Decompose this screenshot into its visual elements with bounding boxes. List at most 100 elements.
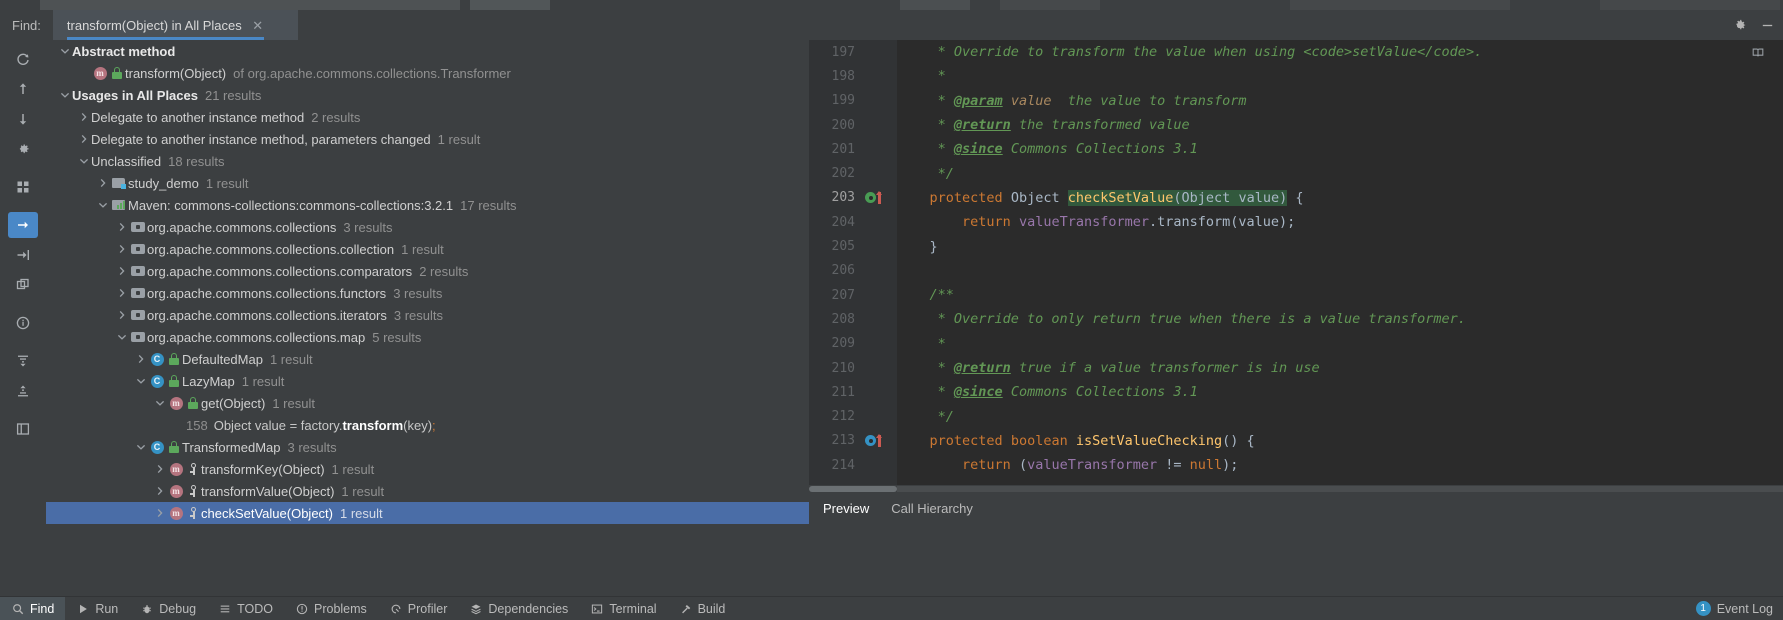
overriding-method-icon[interactable] <box>865 192 876 204</box>
line-number: 201 <box>831 141 855 157</box>
open-in-find-window-icon[interactable] <box>8 212 38 238</box>
tree-row-method-transformvalue[interactable]: m transformValue(Object) 1 result <box>46 480 809 502</box>
statusbar-item-debug[interactable]: Debug <box>129 597 207 620</box>
expand-arrow-icon[interactable] <box>77 106 91 128</box>
tab-strip-segment <box>1600 0 1780 10</box>
tree-row-label: Maven: commons-collections:commons-colle… <box>128 197 454 213</box>
expand-arrow-icon[interactable] <box>77 150 91 172</box>
tree-row-method-checksetvalue[interactable]: m checkSetValue(Object) 1 result <box>46 502 809 524</box>
expand-arrow-icon[interactable] <box>77 128 91 150</box>
tree-row-transform-object-transformer[interactable]: m transform(Object) of org.apache.commons.… <box>46 62 809 84</box>
tree-row-usages-in-all-places[interactable]: Usages in All Places 21 results <box>46 84 809 106</box>
expand-all-icon[interactable] <box>8 348 38 374</box>
statusbar-item-terminal[interactable]: Terminal <box>579 597 667 620</box>
tree-row-method-get-object[interactable]: m get(Object) 1 result <box>46 392 809 414</box>
tree-row-pkg-collections[interactable]: org.apache.commons.collections 3 results <box>46 216 809 238</box>
code-text: * <box>897 68 946 85</box>
warning-icon <box>295 603 309 615</box>
next-occurrence-icon[interactable] <box>8 106 38 132</box>
tree-row-delegate-params-changed[interactable]: Delegate to another instance method, par… <box>46 128 809 150</box>
group-by-module-icon[interactable] <box>8 174 38 200</box>
show-usage-info-icon[interactable] <box>8 310 38 336</box>
expand-arrow-icon[interactable] <box>96 194 110 216</box>
rerun-icon[interactable] <box>8 46 38 72</box>
tree-row-count: 1 result <box>205 175 249 191</box>
editor-error-stripe[interactable] <box>1769 40 1783 485</box>
export-to-text-file-icon[interactable] <box>8 242 38 268</box>
statusbar-item-problems[interactable]: Problems <box>284 597 378 620</box>
code-text: * @param value the value to transform <box>897 92 1247 109</box>
previous-occurrence-icon[interactable] <box>8 76 38 102</box>
preview-usages-icon[interactable] <box>8 416 38 442</box>
minimize-icon[interactable] <box>1759 17 1775 33</box>
find-tab[interactable]: transform(Object) in All Places ✕ <box>52 10 298 40</box>
expand-arrow-icon[interactable] <box>115 216 129 238</box>
find-bar: Find: transform(Object) in All Places ✕ <box>0 10 1783 40</box>
usages-tree[interactable]: Abstract method m transform(Object) of org.… <box>46 40 809 524</box>
expand-arrow-icon[interactable] <box>134 370 148 392</box>
statusbar-item-todo[interactable]: TODO <box>207 597 284 620</box>
statusbar-item-dependencies[interactable]: Dependencies <box>458 597 579 620</box>
tree-row-pkg-map[interactable]: org.apache.commons.collections.map 5 resu… <box>46 326 809 348</box>
expand-arrow-icon[interactable] <box>115 260 129 282</box>
event-log-label[interactable]: Event Log <box>1717 602 1773 616</box>
reader-mode-icon[interactable] <box>1751 46 1765 64</box>
preview-tab-call-hierarchy[interactable]: Call Hierarchy <box>891 493 973 524</box>
tree-row-pkg-comparators[interactable]: org.apache.commons.collections.comparato… <box>46 260 809 282</box>
merge-duplicates-icon[interactable] <box>8 272 38 298</box>
method-icon: m <box>167 484 185 498</box>
tree-row-label: Abstract method <box>72 43 176 59</box>
tab-strip-segment <box>1000 0 1100 10</box>
expand-arrow-icon[interactable] <box>115 326 129 348</box>
tree-row-unclassified[interactable]: Unclassified 18 results <box>46 150 809 172</box>
statusbar-item-build[interactable]: Build <box>668 597 737 620</box>
tree-row-usage-line-158[interactable]: 158 Object value = factory.transform(key)… <box>46 414 809 436</box>
line-number: 199 <box>831 93 855 109</box>
tree-row-label: org.apache.commons.collections.functors <box>147 285 387 301</box>
expand-arrow-icon[interactable] <box>115 282 129 304</box>
editor-line-197: 197 * Override to transform the value wh… <box>809 40 1783 64</box>
expand-arrow-icon[interactable] <box>153 392 167 414</box>
tree-row-pkg-collection[interactable]: org.apache.commons.collections.collectio… <box>46 238 809 260</box>
expand-arrow-icon[interactable] <box>58 40 72 62</box>
tree-row-maven-commons-collections[interactable]: Maven: commons-collections:commons-colle… <box>46 194 809 216</box>
tree-row-pkg-functors[interactable]: org.apache.commons.collections.functors 3… <box>46 282 809 304</box>
tree-row-class-defaultedmap[interactable]: C DefaultedMap 1 result <box>46 348 809 370</box>
method-icon: m <box>167 506 185 520</box>
expand-arrow-icon[interactable] <box>115 304 129 326</box>
tree-row-class-lazymap[interactable]: C LazyMap 1 result <box>46 370 809 392</box>
expand-arrow-icon[interactable] <box>134 348 148 370</box>
tree-row-label: transformValue(Object) <box>201 483 335 499</box>
expand-arrow-icon[interactable] <box>134 436 148 458</box>
expand-arrow-icon[interactable] <box>153 458 167 480</box>
editor-horizontal-scrollbar[interactable] <box>809 485 1783 493</box>
statusbar-item-profiler[interactable]: Profiler <box>378 597 459 620</box>
tree-row-abstract-method[interactable]: Abstract method <box>46 40 809 62</box>
tree-row-label: TransformedMap <box>182 439 281 455</box>
expand-arrow-icon[interactable] <box>58 84 72 106</box>
code-preview-editor[interactable]: 197 * Override to transform the value wh… <box>809 40 1783 485</box>
statusbar-item-find[interactable]: Find <box>0 596 66 620</box>
settings-icon[interactable] <box>8 136 38 162</box>
event-log-area[interactable]: 1 Event Log <box>1695 601 1783 616</box>
usage-line-number: 158 <box>186 417 208 433</box>
tree-row-delegate-instance-method[interactable]: Delegate to another instance method 2 res… <box>46 106 809 128</box>
expand-arrow-icon[interactable] <box>153 480 167 502</box>
expand-arrow-icon[interactable] <box>115 238 129 260</box>
tree-row-method-transformkey[interactable]: m transformKey(Object) 1 result <box>46 458 809 480</box>
statusbar-item-run[interactable]: Run <box>65 597 129 620</box>
tree-row-pkg-iterators[interactable]: org.apache.commons.collections.iterators… <box>46 304 809 326</box>
tree-row-class-transformedmap[interactable]: C TransformedMap 3 results <box>46 436 809 458</box>
gear-icon[interactable] <box>1731 17 1747 33</box>
code-text: * @since Commons Collections 3.1 <box>897 384 1198 401</box>
tree-row-study-demo[interactable]: study_demo 1 result <box>46 172 809 194</box>
implementing-method-icon[interactable] <box>865 435 876 447</box>
scrollbar-track[interactable] <box>897 486 1783 492</box>
collapse-all-icon[interactable] <box>8 378 38 404</box>
scrollbar-thumb[interactable] <box>809 486 897 492</box>
editor-lines: 197 * Override to transform the value wh… <box>809 40 1783 477</box>
expand-arrow-icon[interactable] <box>96 172 110 194</box>
close-icon[interactable]: ✕ <box>252 19 264 32</box>
expand-arrow-icon[interactable] <box>153 502 167 524</box>
preview-tab-preview[interactable]: Preview <box>823 493 869 524</box>
